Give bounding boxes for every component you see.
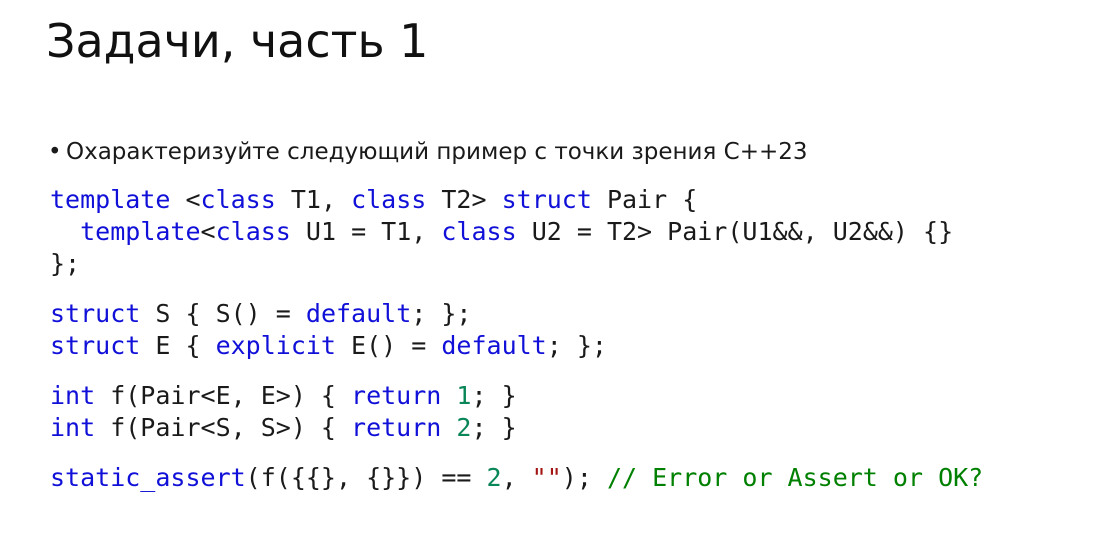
code-text: }; (50, 249, 81, 278)
code-text: f(Pair<S, S>) { (95, 413, 352, 442)
code-keyword: struct (501, 185, 592, 214)
code-text: ; }; (411, 299, 472, 328)
code-text: U2 = T2> Pair(U1&&, U2&&) {} (516, 217, 954, 246)
code-block-static-assert: static_assert(f({{}, {}}) == 2, ""); // … (50, 462, 983, 494)
code-line: }; (50, 248, 953, 280)
code-line: static_assert(f({{}, {}}) == 2, ""); // … (50, 462, 983, 494)
code-text: U1 = T1, (290, 217, 442, 246)
slide-title: Задачи, часть 1 (46, 14, 429, 68)
code-text: ; }; (546, 331, 607, 360)
bullet-item: • Охарактеризуйте следующий пример с точк… (48, 137, 808, 167)
code-string: "" (531, 463, 562, 492)
code-text: T2> (426, 185, 502, 214)
code-keyword: class (351, 185, 427, 214)
code-keyword: return (351, 381, 442, 410)
code-block-structs: struct S { S() = default; }; struct E { e… (50, 298, 607, 362)
code-keyword: class (441, 217, 517, 246)
code-keyword: static_assert (50, 463, 246, 492)
code-keyword: template (50, 185, 171, 214)
code-keyword: struct (50, 331, 141, 360)
code-text: f(Pair<E, E>) { (95, 381, 352, 410)
code-text: T1, (275, 185, 352, 214)
code-keyword: explicit (215, 331, 336, 360)
code-number: 2 (456, 413, 472, 442)
code-keyword: struct (50, 299, 141, 328)
code-text: ); (561, 463, 607, 492)
code-line: struct E { explicit E() = default; }; (50, 330, 607, 362)
code-text: < (200, 217, 216, 246)
bullet-dot: • (48, 139, 62, 165)
code-text: < (170, 185, 201, 214)
code-keyword: return (351, 413, 442, 442)
code-number: 2 (486, 463, 502, 492)
code-block-template-pair: template <class T1, class T2> struct Pai… (50, 184, 953, 280)
code-text: , (501, 463, 532, 492)
code-line: template<class U1 = T1, class U2 = T2> P… (50, 216, 953, 248)
code-keyword: class (215, 217, 291, 246)
bullet-text: Охарактеризуйте следующий пример с точки… (66, 139, 808, 165)
code-line: template <class T1, class T2> struct Pai… (50, 184, 953, 216)
code-text: (f({{}, {}}) == (245, 463, 487, 492)
code-text: E() = (336, 331, 442, 360)
code-number: 1 (456, 381, 472, 410)
code-keyword: int (50, 381, 96, 410)
code-block-overloads: int f(Pair<E, E>) { return 1; } int f(Pai… (50, 380, 517, 444)
code-text: E { (140, 331, 216, 360)
code-line: struct S { S() = default; }; (50, 298, 607, 330)
code-text: S { S() = (140, 299, 306, 328)
code-comment: // Error or Assert or OK? (606, 463, 984, 492)
code-keyword: default (441, 331, 547, 360)
code-keyword: default (305, 299, 412, 328)
code-line: int f(Pair<S, S>) { return 2; } (50, 412, 517, 444)
code-keyword: template (80, 217, 201, 246)
code-text: Pair { (591, 185, 698, 214)
code-text: ; } (471, 381, 517, 410)
code-keyword: int (50, 413, 96, 442)
code-keyword: class (200, 185, 276, 214)
code-text: ; } (471, 413, 517, 442)
code-line: int f(Pair<E, E>) { return 1; } (50, 380, 517, 412)
